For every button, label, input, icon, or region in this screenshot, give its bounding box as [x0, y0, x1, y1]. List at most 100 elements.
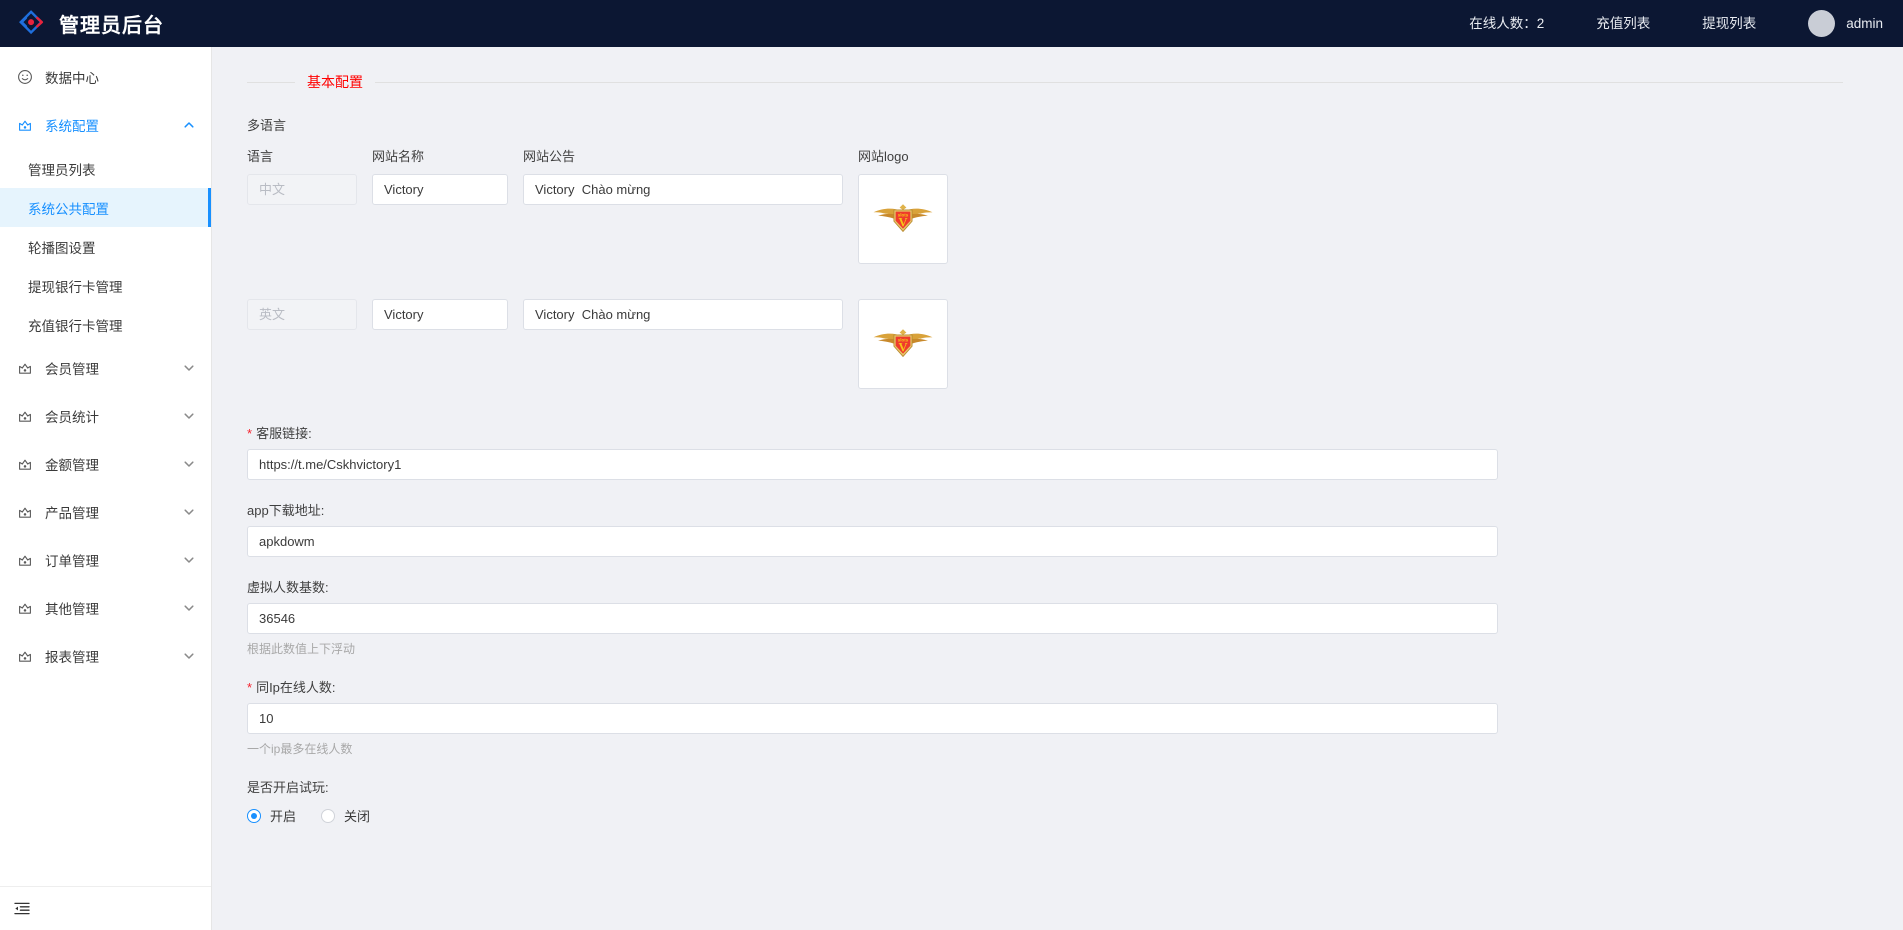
logo-upload-box[interactable]: slots V: [858, 299, 948, 389]
submenu-system-config: 管理员列表 系统公共配置 轮播图设置 提现银行卡管理 充值银行卡管理: [0, 149, 211, 344]
config-form: 基本配置 多语言 语言 网站名称 网站公告 网站logo: [212, 67, 1903, 825]
sidebar-item-system-config[interactable]: 系统配置: [0, 101, 211, 149]
crown-icon: [17, 552, 33, 568]
logo-thumbnail: slots V: [864, 180, 942, 258]
field-hint: 根据此数值上下浮动: [247, 640, 1843, 657]
input-wrapper: [247, 603, 1498, 634]
chevron-down-icon: [183, 506, 195, 518]
site-notice-cell: [523, 299, 843, 330]
required-marker: *: [247, 426, 252, 441]
trial-enable-radio-group: 开启 关闭: [247, 806, 1843, 825]
sidebar-subitem-label: 充值银行卡管理: [28, 315, 123, 335]
field-label: app下载地址:: [247, 500, 1843, 519]
diamond-code-logo-icon: [17, 9, 47, 39]
input-wrapper: [247, 449, 1498, 480]
sidebar-item-product-management[interactable]: 产品管理: [0, 488, 211, 536]
site-name-cell: [372, 299, 508, 330]
site-logo-cell: slots V: [858, 174, 978, 264]
sidebar-item-withdraw-bankcard[interactable]: 提现银行卡管理: [0, 266, 211, 305]
service-link-input[interactable]: [247, 449, 1498, 480]
sidebar-item-order-management[interactable]: 订单管理: [0, 536, 211, 584]
logo-upload-box[interactable]: slots V: [858, 174, 948, 264]
sidebar-item-admin-list[interactable]: 管理员列表: [0, 149, 211, 188]
sidebar-item-label: 其他管理: [45, 598, 99, 618]
input-wrapper: [247, 526, 1498, 557]
sidebar-item-label: 系统配置: [45, 115, 99, 135]
crown-icon: [17, 360, 33, 376]
menu-fold-icon[interactable]: [14, 901, 30, 917]
username-label: admin: [1846, 16, 1883, 31]
field-label: *同Ip在线人数:: [247, 677, 1843, 696]
field-trial-enable: 是否开启试玩: 开启 关闭: [247, 777, 1843, 825]
site-logo-cell: slots V: [858, 299, 978, 389]
site-notice-input[interactable]: [523, 299, 843, 330]
required-marker: *: [247, 680, 252, 695]
clock-icon: [17, 69, 33, 85]
crown-icon: [17, 600, 33, 616]
sidebar-item-label: 订单管理: [45, 550, 99, 570]
withdraw-list-link[interactable]: 提现列表: [1676, 0, 1782, 47]
site-name-input[interactable]: [372, 299, 508, 330]
language-input: [247, 174, 357, 205]
language-cell: [247, 174, 357, 205]
app-download-input[interactable]: [247, 526, 1498, 557]
sidebar-item-public-config[interactable]: 系统公共配置: [0, 188, 211, 227]
sidebar-item-label: 金额管理: [45, 454, 99, 474]
sidebar-item-data-center[interactable]: 数据中心: [0, 53, 211, 101]
sidebar-item-amount-management[interactable]: 金额管理: [0, 440, 211, 488]
top-header-bar: 管理员后台 在线人数：2 充值列表 提现列表 admin: [0, 0, 1903, 47]
sidebar-item-label: 产品管理: [45, 502, 99, 522]
col-header-site-name: 网站名称: [372, 146, 508, 165]
sidebar-item-other-management[interactable]: 其他管理: [0, 584, 211, 632]
chevron-down-icon: [183, 458, 195, 470]
crown-icon: [17, 648, 33, 664]
section-basic-config: 基本配置: [247, 67, 1843, 97]
victory-wings-logo-icon: slots V: [869, 199, 937, 239]
chevron-down-icon: [183, 410, 195, 422]
sidebar-subitem-label: 管理员列表: [28, 159, 96, 179]
field-label: 是否开启试玩:: [247, 777, 1843, 796]
site-name-cell: [372, 174, 508, 205]
language-input: [247, 299, 357, 330]
sidebar-subitem-label: 系统公共配置: [28, 198, 109, 218]
sidebar-item-label: 数据中心: [45, 67, 99, 87]
chevron-down-icon: [183, 362, 195, 374]
logo-thumbnail: slots V: [864, 305, 942, 383]
sidebar-item-member-management[interactable]: 会员管理: [0, 344, 211, 392]
sidebar-subitem-label: 轮播图设置: [28, 237, 96, 257]
language-cell: [247, 299, 357, 330]
user-menu[interactable]: admin: [1782, 10, 1883, 37]
sidebar-item-member-statistics[interactable]: 会员统计: [0, 392, 211, 440]
chevron-down-icon: [183, 602, 195, 614]
sidebar-subitem-label: 提现银行卡管理: [28, 276, 123, 296]
online-count-label: 在线人数：2: [1443, 0, 1570, 47]
sidebar-item-carousel-settings[interactable]: 轮播图设置: [0, 227, 211, 266]
svg-text:V: V: [899, 340, 908, 354]
main-content: 基本配置 多语言 语言 网站名称 网站公告 网站logo: [212, 47, 1903, 930]
chevron-up-icon: [183, 119, 195, 131]
crown-icon: [17, 504, 33, 520]
divider-line-left: [247, 82, 295, 83]
avatar: [1808, 10, 1835, 37]
field-app-download: app下载地址:: [247, 500, 1843, 557]
sidebar-item-report-management[interactable]: 报表管理: [0, 632, 211, 680]
multilang-title: 多语言: [247, 115, 1843, 134]
field-label: *客服链接:: [247, 423, 1843, 442]
sidebar-item-label: 会员统计: [45, 406, 99, 426]
same-ip-online-input[interactable]: [247, 703, 1498, 734]
site-name-input[interactable]: [372, 174, 508, 205]
recharge-list-link[interactable]: 充值列表: [1570, 0, 1676, 47]
radio-option-enable[interactable]: 开启: [247, 806, 296, 825]
chevron-down-icon: [183, 554, 195, 566]
site-notice-input[interactable]: [523, 174, 843, 205]
virtual-base-input[interactable]: [247, 603, 1498, 634]
header-actions: 在线人数：2 充值列表 提现列表 admin: [1443, 0, 1903, 47]
sidebar-item-recharge-bankcard[interactable]: 充值银行卡管理: [0, 305, 211, 344]
radio-option-disable[interactable]: 关闭: [321, 806, 370, 825]
sidebar-menu: 数据中心 系统配置 管理员列表 系统公共配置: [0, 47, 211, 680]
field-service-link: *客服链接:: [247, 423, 1843, 480]
sidebar-item-label: 报表管理: [45, 646, 99, 666]
divider-line-right: [375, 82, 1843, 83]
victory-wings-logo-icon: slots V: [869, 324, 937, 364]
crown-icon: [17, 117, 33, 133]
